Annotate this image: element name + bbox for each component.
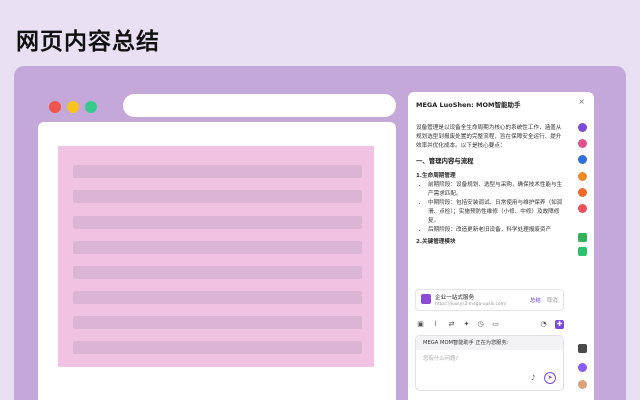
panel-title: MEGA LuoShen: MOM智能助手 bbox=[416, 101, 521, 109]
content-line bbox=[73, 241, 362, 254]
webpage-content-block bbox=[58, 146, 374, 367]
tool-icon[interactable] bbox=[578, 247, 587, 256]
content-line bbox=[73, 216, 362, 229]
input-toolbar: ▣ ⌇ ⇄ ✦ ◷ ▭ ◔ ✚ bbox=[415, 320, 564, 332]
tool-icon[interactable] bbox=[578, 172, 587, 181]
monitor-icon[interactable] bbox=[578, 344, 587, 353]
mic-icon[interactable]: ♪ bbox=[531, 374, 535, 382]
content-line bbox=[73, 165, 362, 178]
tool-icon[interactable] bbox=[578, 155, 587, 164]
tool-icon[interactable] bbox=[578, 188, 587, 197]
content-line bbox=[73, 190, 362, 203]
history-icon[interactable]: ◔ bbox=[539, 320, 548, 329]
maximize-window-dot[interactable] bbox=[85, 101, 97, 113]
attach-icon[interactable]: ⌇ bbox=[431, 320, 440, 329]
minimize-window-dot[interactable] bbox=[67, 101, 79, 113]
sub-heading: 2.关键管理模块 bbox=[416, 239, 456, 245]
close-window-dot[interactable] bbox=[49, 101, 61, 113]
active-tool-icon[interactable]: ✚ bbox=[555, 320, 564, 329]
tool-icon[interactable] bbox=[578, 139, 587, 148]
service-url: https://luosys2.mega-oasis.com/ bbox=[435, 302, 507, 307]
translate-icon[interactable]: ⇄ bbox=[447, 320, 456, 329]
chat-icon[interactable]: ▭ bbox=[491, 320, 500, 329]
service-icon bbox=[421, 294, 431, 304]
summary-body: 设备管理是以设备全生命周期为核心的系统性工作，涵盖从规划选型到报废处置的完整流程… bbox=[416, 124, 566, 247]
list-item: 后期阶段：改造更新老旧设备，科学处理报废资产 bbox=[428, 226, 566, 235]
input-header-label: MEGA MOM智能助手 正在为您服务: bbox=[423, 340, 509, 346]
chat-input[interactable]: MEGA MOM智能助手 正在为您服务: 您有什么问题? ♪ ➤ bbox=[415, 335, 564, 391]
content-line bbox=[73, 291, 362, 304]
list-item: 前期阶段：设备规划、选型与采购，确保技术性能与生产需求匹配。 bbox=[428, 181, 566, 199]
cancel-button[interactable]: 取消 bbox=[547, 296, 558, 304]
image-icon[interactable]: ▣ bbox=[416, 320, 425, 329]
tool-icon[interactable] bbox=[578, 123, 587, 132]
input-placeholder: 您有什么问题? bbox=[423, 356, 459, 362]
send-icon[interactable]: ➤ bbox=[544, 372, 556, 384]
settings-icon[interactable] bbox=[578, 363, 587, 372]
summary-intro: 设备管理是以设备全生命周期为核心的系统性工作，涵盖从规划选型到报废处置的完整流程… bbox=[416, 125, 562, 149]
sub-heading: 1.生命周期管理 bbox=[416, 173, 456, 179]
list-item: 中期阶段：包括安装调试、日常使用与维护保养（如润滑、点检）；实施预防性维修（小修… bbox=[428, 199, 566, 226]
avatar[interactable] bbox=[578, 380, 587, 389]
section-heading: 一、管理内容与流程 bbox=[416, 157, 474, 165]
tool-icon[interactable] bbox=[578, 233, 587, 242]
content-line bbox=[73, 266, 362, 279]
content-line bbox=[73, 316, 362, 329]
bullet-list: 前期阶段：设备规划、选型与采购，确保技术性能与生产需求匹配。 中期阶段：包括安装… bbox=[428, 181, 566, 235]
content-line bbox=[73, 341, 362, 354]
input-header: MEGA MOM智能助手 正在为您服务: bbox=[416, 336, 563, 350]
address-bar[interactable] bbox=[123, 94, 396, 117]
page-title: 网页内容总结 bbox=[16, 29, 160, 55]
service-card[interactable]: 企业一站式服务 https://luosys2.mega-oasis.com/ … bbox=[415, 289, 564, 311]
clock-icon[interactable]: ◷ bbox=[476, 320, 485, 329]
magic-icon[interactable]: ✦ bbox=[462, 320, 471, 329]
close-icon[interactable]: × bbox=[578, 97, 585, 106]
service-name: 企业一站式服务 bbox=[435, 295, 475, 301]
tool-icon[interactable] bbox=[578, 204, 587, 213]
summarize-button[interactable]: 总结 bbox=[530, 296, 541, 304]
